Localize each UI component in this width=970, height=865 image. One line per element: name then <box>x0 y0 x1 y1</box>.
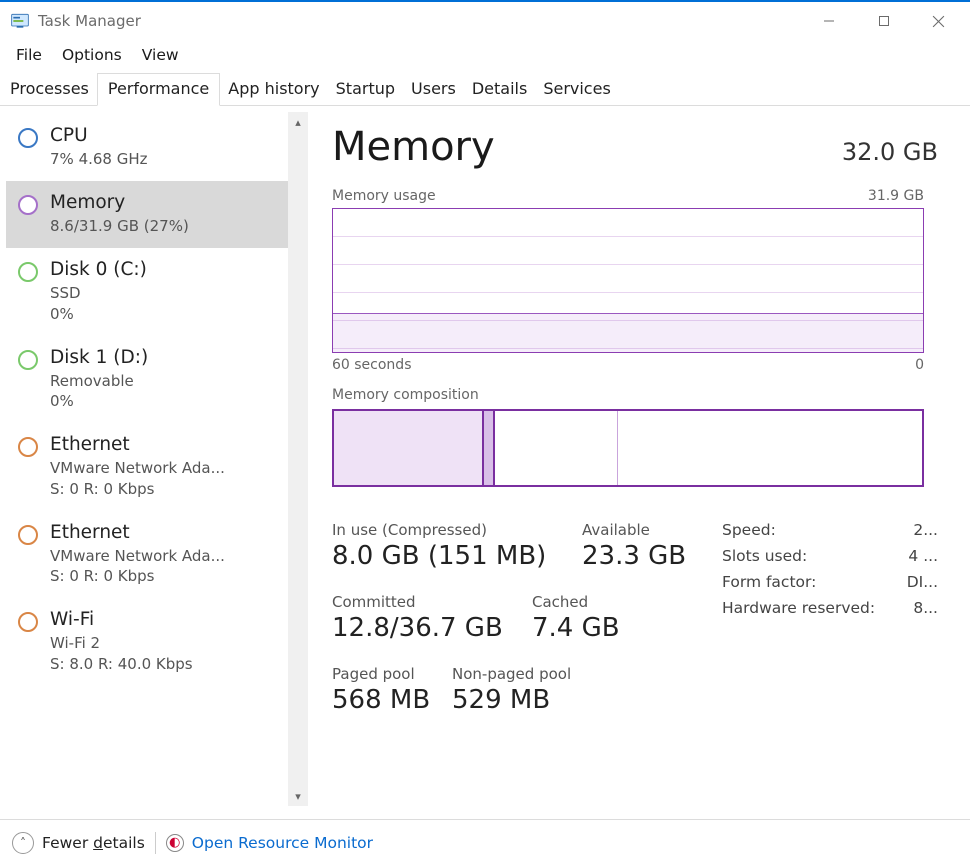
usage-axis-right: 0 <box>915 357 924 373</box>
sidebar-title: Ethernet <box>50 521 225 546</box>
sidebar-title: Memory <box>50 191 189 216</box>
kv-val: 4 ... <box>908 547 938 565</box>
usage-axis-left: 60 seconds <box>332 357 412 373</box>
chevron-up-icon: ˄ <box>12 832 34 854</box>
disk-icon <box>18 350 38 370</box>
cached-value: 7.4 GB <box>532 613 620 643</box>
separator <box>155 832 156 854</box>
comp-seg-modified <box>484 411 495 485</box>
menu-options[interactable]: Options <box>54 44 130 66</box>
kv-val: 2... <box>913 521 938 539</box>
perf-sidebar: CPU 7% 4.68 GHz Memory 8.6/31.9 GB (27%)… <box>6 114 310 812</box>
sidebar-item-disk0[interactable]: Disk 0 (C:) SSD 0% <box>6 248 288 335</box>
kv-key: Slots used: <box>722 547 807 565</box>
tab-details[interactable]: Details <box>464 73 535 105</box>
memory-icon <box>18 195 38 215</box>
sidebar-item-ethernet-1[interactable]: Ethernet VMware Network Ada... S: 0 R: 0… <box>6 423 288 510</box>
sidebar-title: Ethernet <box>50 433 225 458</box>
tabstrip: Processes Performance App history Startu… <box>0 72 970 106</box>
scroll-up-icon[interactable]: ▴ <box>288 112 308 132</box>
sidebar-sub2: S: 0 R: 0 Kbps <box>50 479 225 499</box>
page-title: Memory <box>332 124 495 170</box>
disk-icon <box>18 262 38 282</box>
resource-monitor-label: Open Resource Monitor <box>192 834 373 852</box>
cached-label: Cached <box>532 593 620 611</box>
sidebar-title: Disk 0 (C:) <box>50 258 147 283</box>
sidebar-sub2: 0% <box>50 391 148 411</box>
perf-main: Memory 32.0 GB Memory usage 31.9 GB 60 s… <box>310 106 970 812</box>
maximize-button[interactable] <box>856 5 911 37</box>
sidebar-item-ethernet-2[interactable]: Ethernet VMware Network Ada... S: 0 R: 0… <box>6 511 288 598</box>
committed-label: Committed <box>332 593 532 611</box>
tab-services[interactable]: Services <box>535 73 618 105</box>
ethernet-icon <box>18 525 38 545</box>
comp-seg-standby <box>495 411 618 485</box>
scroll-down-icon[interactable]: ▾ <box>288 786 308 806</box>
sidebar-sub2: 0% <box>50 304 147 324</box>
cpu-icon <box>18 128 38 148</box>
tab-processes[interactable]: Processes <box>2 73 97 105</box>
fewer-details-button[interactable]: ˄ Fewer details <box>12 832 145 854</box>
sidebar-sub2: S: 0 R: 0 Kbps <box>50 566 225 586</box>
sidebar-item-memory[interactable]: Memory 8.6/31.9 GB (27%) <box>6 181 288 248</box>
inuse-value: 8.0 GB (151 MB) <box>332 541 582 571</box>
kv-val: 8... <box>913 599 938 617</box>
sidebar-sub: 7% 4.68 GHz <box>50 149 148 169</box>
sidebar-title: Wi-Fi <box>50 608 193 633</box>
tab-apphistory[interactable]: App history <box>220 73 327 105</box>
sidebar-sub: Removable <box>50 371 148 391</box>
kv-val: DI... <box>907 573 938 591</box>
sidebar-title: Disk 1 (D:) <box>50 346 148 371</box>
window-title: Task Manager <box>38 12 141 30</box>
wifi-icon <box>18 612 38 632</box>
titlebar: Task Manager <box>0 2 970 40</box>
nonpaged-label: Non-paged pool <box>452 665 571 683</box>
tab-performance[interactable]: Performance <box>97 73 220 106</box>
nonpaged-value: 529 MB <box>452 685 571 715</box>
fewer-details-label: Fewer details <box>42 834 145 852</box>
menu-file[interactable]: File <box>8 44 50 66</box>
sidebar-item-disk1[interactable]: Disk 1 (D:) Removable 0% <box>6 336 288 423</box>
comp-seg-inuse <box>334 411 484 485</box>
composition-label: Memory composition <box>332 387 938 403</box>
usage-chart-label-left: Memory usage <box>332 188 436 204</box>
tab-startup[interactable]: Startup <box>328 73 403 105</box>
memory-composition-bar <box>332 409 924 487</box>
close-button[interactable] <box>911 5 966 37</box>
memory-properties: Speed: 2... Slots used: 4 ... Form factor:… <box>722 521 938 737</box>
comp-seg-free <box>618 411 922 485</box>
usage-chart-label-right: 31.9 GB <box>868 188 924 204</box>
committed-value: 12.8/36.7 GB <box>332 613 532 643</box>
available-value: 23.3 GB <box>582 541 686 571</box>
sidebar-sub2: S: 8.0 R: 40.0 Kbps <box>50 654 193 674</box>
menubar: File Options View <box>0 40 970 72</box>
sidebar-sub: SSD <box>50 283 147 303</box>
sidebar-sub: VMware Network Ada... <box>50 458 225 478</box>
sidebar-item-wifi[interactable]: Wi-Fi Wi-Fi 2 S: 8.0 R: 40.0 Kbps <box>6 598 288 685</box>
tab-users[interactable]: Users <box>403 73 464 105</box>
app-icon <box>10 11 30 31</box>
open-resource-monitor-link[interactable]: ◐ Open Resource Monitor <box>166 834 373 852</box>
available-label: Available <box>582 521 686 539</box>
sidebar-item-cpu[interactable]: CPU 7% 4.68 GHz <box>6 114 288 181</box>
sidebar-sub: Wi-Fi 2 <box>50 633 193 653</box>
total-memory: 32.0 GB <box>842 138 938 166</box>
footer: ˄ Fewer details ◐ Open Resource Monitor <box>0 819 970 865</box>
sidebar-scrollbar[interactable]: ▴ ▾ <box>288 112 308 806</box>
minimize-button[interactable] <box>801 5 856 37</box>
usage-fill <box>333 313 923 352</box>
sidebar-sub: 8.6/31.9 GB (27%) <box>50 216 189 236</box>
ethernet-icon <box>18 437 38 457</box>
paged-value: 568 MB <box>332 685 452 715</box>
resource-monitor-icon: ◐ <box>166 834 184 852</box>
kv-key: Speed: <box>722 521 776 539</box>
paged-label: Paged pool <box>332 665 452 683</box>
sidebar-sub: VMware Network Ada... <box>50 546 225 566</box>
inuse-label: In use (Compressed) <box>332 521 582 539</box>
kv-key: Form factor: <box>722 573 816 591</box>
menu-view[interactable]: View <box>134 44 187 66</box>
memory-usage-chart <box>332 208 924 353</box>
sidebar-title: CPU <box>50 124 148 149</box>
kv-key: Hardware reserved: <box>722 599 875 617</box>
